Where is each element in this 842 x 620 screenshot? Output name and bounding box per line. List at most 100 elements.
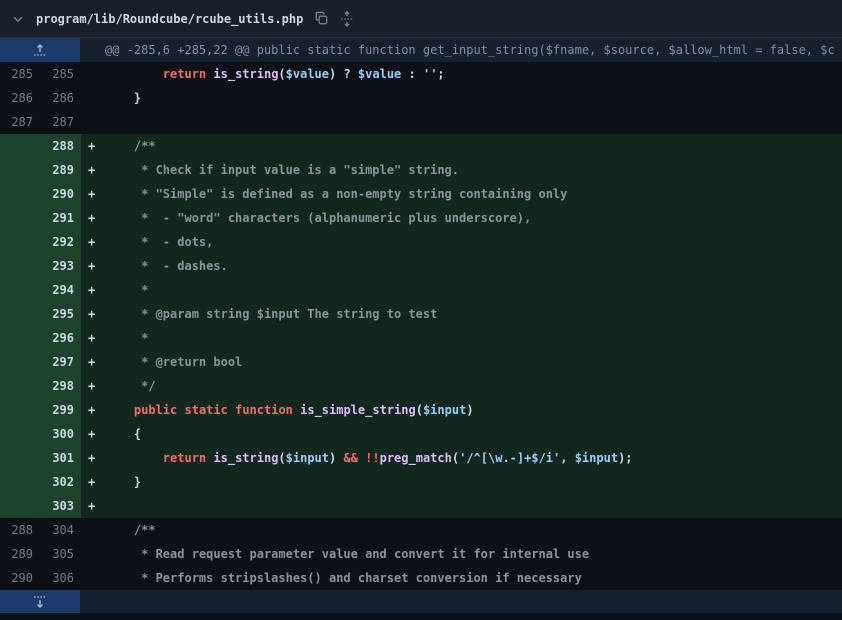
new-line-number[interactable]: 296 xyxy=(40,326,81,350)
old-line-number[interactable] xyxy=(0,182,40,206)
code-token: ) xyxy=(329,451,343,465)
diff-marker: + xyxy=(81,182,105,206)
old-line-number[interactable] xyxy=(0,374,40,398)
new-line-number[interactable]: 299 xyxy=(40,398,81,422)
old-line-number[interactable]: 286 xyxy=(0,86,40,110)
old-line-number[interactable] xyxy=(0,446,40,470)
new-line-number[interactable]: 306 xyxy=(40,566,81,590)
new-line-number[interactable]: 300 xyxy=(40,422,81,446)
code-line: * Check if input value is a "simple" str… xyxy=(105,158,842,182)
old-line-number[interactable] xyxy=(0,158,40,182)
expand-hunk-down-button[interactable] xyxy=(0,590,80,613)
diff-row: 297+ * @return bool xyxy=(0,350,842,374)
diff-marker: + xyxy=(81,350,105,374)
diff-marker xyxy=(81,110,105,134)
old-line-number[interactable] xyxy=(0,422,40,446)
diff-row: 286286 } xyxy=(0,86,842,110)
code-token: : xyxy=(401,67,423,81)
code-token: ( xyxy=(278,67,285,81)
diff-marker: + xyxy=(81,470,105,494)
new-line-number[interactable]: 287 xyxy=(40,110,81,134)
old-line-number[interactable]: 285 xyxy=(0,62,40,86)
code-token: * "Simple" is defined as a non-empty str… xyxy=(105,187,567,201)
diff-marker: + xyxy=(81,134,105,158)
code-token: preg_match xyxy=(380,451,452,465)
code-token: return xyxy=(163,451,206,465)
old-line-number[interactable] xyxy=(0,206,40,230)
old-line-number[interactable] xyxy=(0,302,40,326)
new-line-number[interactable]: 301 xyxy=(40,446,81,470)
diff-marker: + xyxy=(81,278,105,302)
new-line-number[interactable]: 295 xyxy=(40,302,81,326)
old-line-number[interactable] xyxy=(0,494,40,518)
diff-viewer: program/lib/Roundcube/rcube_utils.php @@… xyxy=(0,0,842,620)
code-token: * @param string $input The string to tes… xyxy=(105,307,437,321)
collapse-file-button[interactable] xyxy=(11,12,25,26)
expand-all-button[interactable] xyxy=(340,11,354,27)
diff-row: 301+ return is_string($input) && !!preg_… xyxy=(0,446,842,470)
new-line-number[interactable]: 297 xyxy=(40,350,81,374)
old-line-number[interactable]: 290 xyxy=(0,566,40,590)
new-line-number[interactable]: 294 xyxy=(40,278,81,302)
diff-row: 300+ { xyxy=(0,422,842,446)
new-line-number[interactable]: 288 xyxy=(40,134,81,158)
code-token xyxy=(105,451,163,465)
expand-hunk-up-button[interactable] xyxy=(0,38,80,62)
old-line-number[interactable] xyxy=(0,326,40,350)
code-token: */ xyxy=(105,379,156,393)
old-line-number[interactable] xyxy=(0,350,40,374)
diff-marker: + xyxy=(81,374,105,398)
new-line-number[interactable]: 302 xyxy=(40,470,81,494)
diff-marker: + xyxy=(81,326,105,350)
code-line: * @return bool xyxy=(105,350,842,374)
old-line-number[interactable] xyxy=(0,134,40,158)
new-line-number[interactable]: 290 xyxy=(40,182,81,206)
new-line-number[interactable]: 293 xyxy=(40,254,81,278)
code-token: && xyxy=(343,451,357,465)
code-line: public static function is_simple_string(… xyxy=(105,398,842,422)
file-path: program/lib/Roundcube/rcube_utils.php xyxy=(36,12,303,26)
code-token: '' xyxy=(423,67,437,81)
diff-marker xyxy=(81,542,105,566)
old-line-number[interactable]: 288 xyxy=(0,518,40,542)
new-line-number[interactable]: 289 xyxy=(40,158,81,182)
old-line-number[interactable]: 289 xyxy=(0,542,40,566)
diff-row: 293+ * - dashes. xyxy=(0,254,842,278)
new-line-number[interactable]: 285 xyxy=(40,62,81,86)
diff-marker xyxy=(81,62,105,86)
new-line-number[interactable]: 304 xyxy=(40,518,81,542)
diff-row: 291+ * - "word" characters (alphanumeric… xyxy=(0,206,842,230)
old-line-number[interactable] xyxy=(0,230,40,254)
copy-path-button[interactable] xyxy=(314,11,329,26)
new-line-number[interactable]: 298 xyxy=(40,374,81,398)
chevron-down-icon xyxy=(11,12,25,26)
code-token: public xyxy=(134,403,177,417)
new-line-number[interactable]: 305 xyxy=(40,542,81,566)
new-line-number[interactable]: 286 xyxy=(40,86,81,110)
code-line: * "Simple" is defined as a non-empty str… xyxy=(105,182,842,206)
diff-row: 303+ xyxy=(0,494,842,518)
old-line-number[interactable] xyxy=(0,470,40,494)
diff-row: 299+ public static function is_simple_st… xyxy=(0,398,842,422)
code-line: * - dots, xyxy=(105,230,842,254)
code-line: } xyxy=(105,86,842,110)
code-token: } xyxy=(105,475,141,489)
code-token: $input xyxy=(286,451,329,465)
code-token: { xyxy=(105,427,141,441)
code-token: ; xyxy=(437,67,444,81)
diff-marker: + xyxy=(81,254,105,278)
code-token: !! xyxy=(365,451,379,465)
code-line: * Read request parameter value and conve… xyxy=(105,542,842,566)
new-line-number[interactable]: 291 xyxy=(40,206,81,230)
code-line: return is_string($input) && !!preg_match… xyxy=(105,446,842,470)
code-token: is_string xyxy=(213,67,278,81)
old-line-number[interactable] xyxy=(0,398,40,422)
new-line-number[interactable]: 303 xyxy=(40,494,81,518)
new-line-number[interactable]: 292 xyxy=(40,230,81,254)
code-line: } xyxy=(105,470,842,494)
old-line-number[interactable]: 287 xyxy=(0,110,40,134)
old-line-number[interactable] xyxy=(0,278,40,302)
code-token: is_simple_string xyxy=(300,403,416,417)
diff-marker xyxy=(81,86,105,110)
old-line-number[interactable] xyxy=(0,254,40,278)
